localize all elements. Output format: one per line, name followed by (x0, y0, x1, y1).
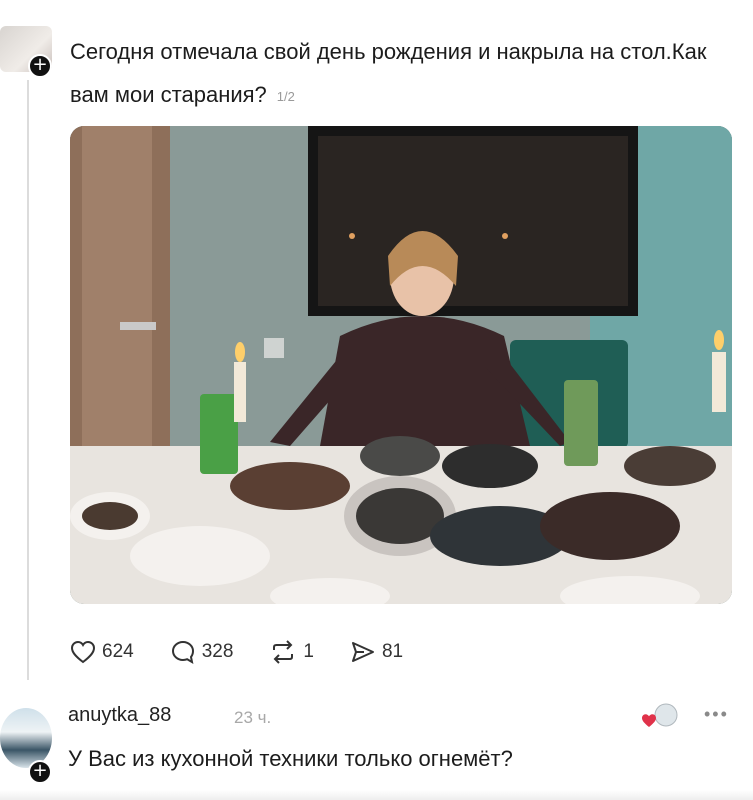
page-indicator: 1/2 (276, 88, 295, 104)
author-liked-icon (642, 703, 678, 727)
follow-plus-icon[interactable]: + (28, 54, 52, 78)
share-action[interactable]: 81 (350, 640, 403, 664)
follow-plus-icon[interactable]: + (28, 760, 52, 784)
post-actions: 624 328 1 81 (70, 632, 439, 672)
post-caption: Сегодня отмечала свой день рождения и на… (70, 30, 710, 118)
post-caption-text: Сегодня отмечала свой день рождения и на… (70, 39, 707, 107)
comment-count: 328 (201, 641, 234, 662)
party-table-photo (70, 126, 732, 604)
comment-text: У Вас из кухонной техники только огнемёт… (68, 746, 513, 771)
repost-icon (273, 640, 294, 664)
thread-line (27, 80, 29, 680)
send-icon (351, 642, 374, 662)
comment-author-avatar[interactable] (0, 708, 52, 768)
repost-count: 1 (303, 641, 314, 662)
share-count: 81 (381, 641, 404, 662)
comment-bubble-icon (171, 640, 194, 664)
more-options-icon[interactable]: ••• (704, 704, 729, 725)
post: + Сегодня отмечала свой день рождения и … (0, 0, 753, 690)
comment-timestamp: 23 ч. (234, 708, 272, 727)
post-photo[interactable] (70, 126, 732, 604)
heart-icon (70, 640, 96, 664)
comment-username[interactable]: anuytka_88 (68, 704, 171, 727)
like-action[interactable]: 624 (70, 640, 134, 664)
repost-action[interactable]: 1 (269, 640, 314, 664)
like-count: 624 (102, 641, 134, 662)
comment: + anuytka_88 23 ч. ••• У Вас из кухонной… (0, 700, 753, 800)
bottom-divider (0, 790, 753, 800)
comment-action[interactable]: 328 (170, 639, 234, 665)
